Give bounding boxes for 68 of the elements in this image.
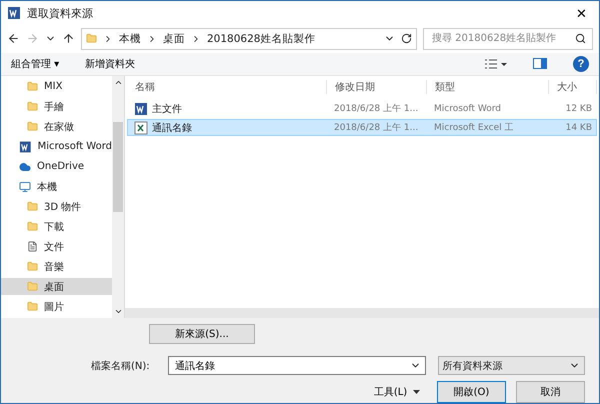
breadcrumb[interactable]: 桌面 (163, 32, 185, 46)
search-icon (575, 33, 586, 44)
folder-icon (27, 121, 38, 132)
folder-icon (27, 221, 38, 232)
sidebar-item[interactable]: 文件 (1, 238, 112, 255)
close-button[interactable]: ✕ (570, 6, 593, 21)
word-icon (134, 102, 148, 116)
sidebar-item[interactable]: 桌面 (1, 278, 112, 295)
folder-icon (27, 201, 38, 212)
breadcrumb[interactable]: 本機 (119, 32, 141, 46)
caret-icon (413, 390, 420, 394)
help-button[interactable]: ? (573, 56, 589, 72)
folder-icon (27, 281, 38, 292)
search-field[interactable]: 搜尋 20180628姓名貼製作 (423, 28, 593, 50)
sidebar-item[interactable]: 手繪 (1, 98, 112, 115)
spreadsheet-icon (134, 120, 148, 134)
filename-field[interactable]: 通訊名錄 (168, 356, 426, 375)
column-header[interactable]: 修改日期 (327, 80, 427, 94)
organize-menu[interactable]: 組合管理 ▾ (11, 56, 60, 71)
sidebar-item[interactable]: 在家做 (1, 118, 112, 135)
sidebar-item[interactable]: 圖片 (1, 298, 112, 315)
sidebar-item[interactable]: MIX (1, 78, 112, 95)
table-cell-text: Microsoft Excel 工 (433, 122, 515, 134)
computer-icon (19, 180, 31, 192)
refresh-icon[interactable] (401, 33, 412, 44)
folder-icon (27, 301, 38, 312)
document-icon (27, 241, 38, 252)
folder-icon (27, 261, 38, 272)
sidebar-item[interactable]: 3D 物件 (1, 198, 112, 215)
sidebar-item[interactable]: OneDrive (1, 158, 112, 175)
scroll-up-icon[interactable] (114, 78, 122, 87)
window-title: 選取資料來源 (27, 6, 93, 21)
word-icon (7, 6, 21, 20)
dialog-button[interactable]: 開啟(O) (437, 381, 506, 403)
folder-icon (27, 101, 38, 112)
file-name: 主文件 (152, 102, 182, 116)
column-header[interactable]: 名稱 (127, 80, 327, 94)
breadcrumb[interactable]: 20180628姓名貼製作 (207, 32, 316, 46)
new-source-button[interactable]: 新來源(S)... (149, 324, 255, 344)
column-header[interactable]: 類型 (427, 80, 549, 94)
table-cell-text: 2018/6/28 上午 1... (333, 122, 420, 134)
sidebar-item[interactable]: 下載 (1, 218, 112, 235)
table-cell-text: 2018/6/28 上午 1... (333, 102, 420, 115)
view-options-icon[interactable] (485, 58, 507, 69)
word-icon (19, 140, 32, 154)
new-folder-button[interactable]: 新增資料夾 (85, 56, 136, 71)
table-cell-text: Microsoft Word (433, 104, 502, 114)
file-row[interactable]: 主文件 2018/6/28 上午 1... Microsoft Word 12 KB (127, 100, 597, 117)
dialog-button[interactable]: 取消 (516, 381, 585, 403)
table-cell-text: 12 KB (564, 104, 593, 114)
preview-pane-icon[interactable] (533, 58, 547, 70)
scroll-down-icon[interactable] (114, 307, 122, 316)
sidebar-item[interactable]: Microsoft Word (1, 138, 112, 155)
address-bar[interactable]: 本機 桌面 20180628姓名貼製作 (81, 28, 417, 50)
dialog-button[interactable]: 工具(L) (367, 381, 427, 403)
up-arrow-icon[interactable] (62, 32, 75, 46)
folder-icon (86, 33, 97, 44)
filter-dropdown[interactable]: 所有資料來源 (438, 356, 585, 375)
file-row[interactable]: 通訊名錄 2018/6/28 上午 1... Microsoft Excel 工 14 KB (127, 119, 597, 136)
sidebar-item[interactable]: 本機 (1, 178, 112, 195)
file-name: 通訊名錄 (152, 122, 192, 134)
folder-icon (27, 81, 38, 92)
column-header[interactable]: 大小 (549, 80, 597, 94)
cloud-icon (19, 160, 31, 172)
table-cell-text: 14 KB (564, 122, 593, 132)
back-icon[interactable] (7, 32, 20, 46)
field-label: 檔案名稱(N): (91, 360, 151, 372)
sidebar-item[interactable]: 音樂 (1, 258, 112, 275)
